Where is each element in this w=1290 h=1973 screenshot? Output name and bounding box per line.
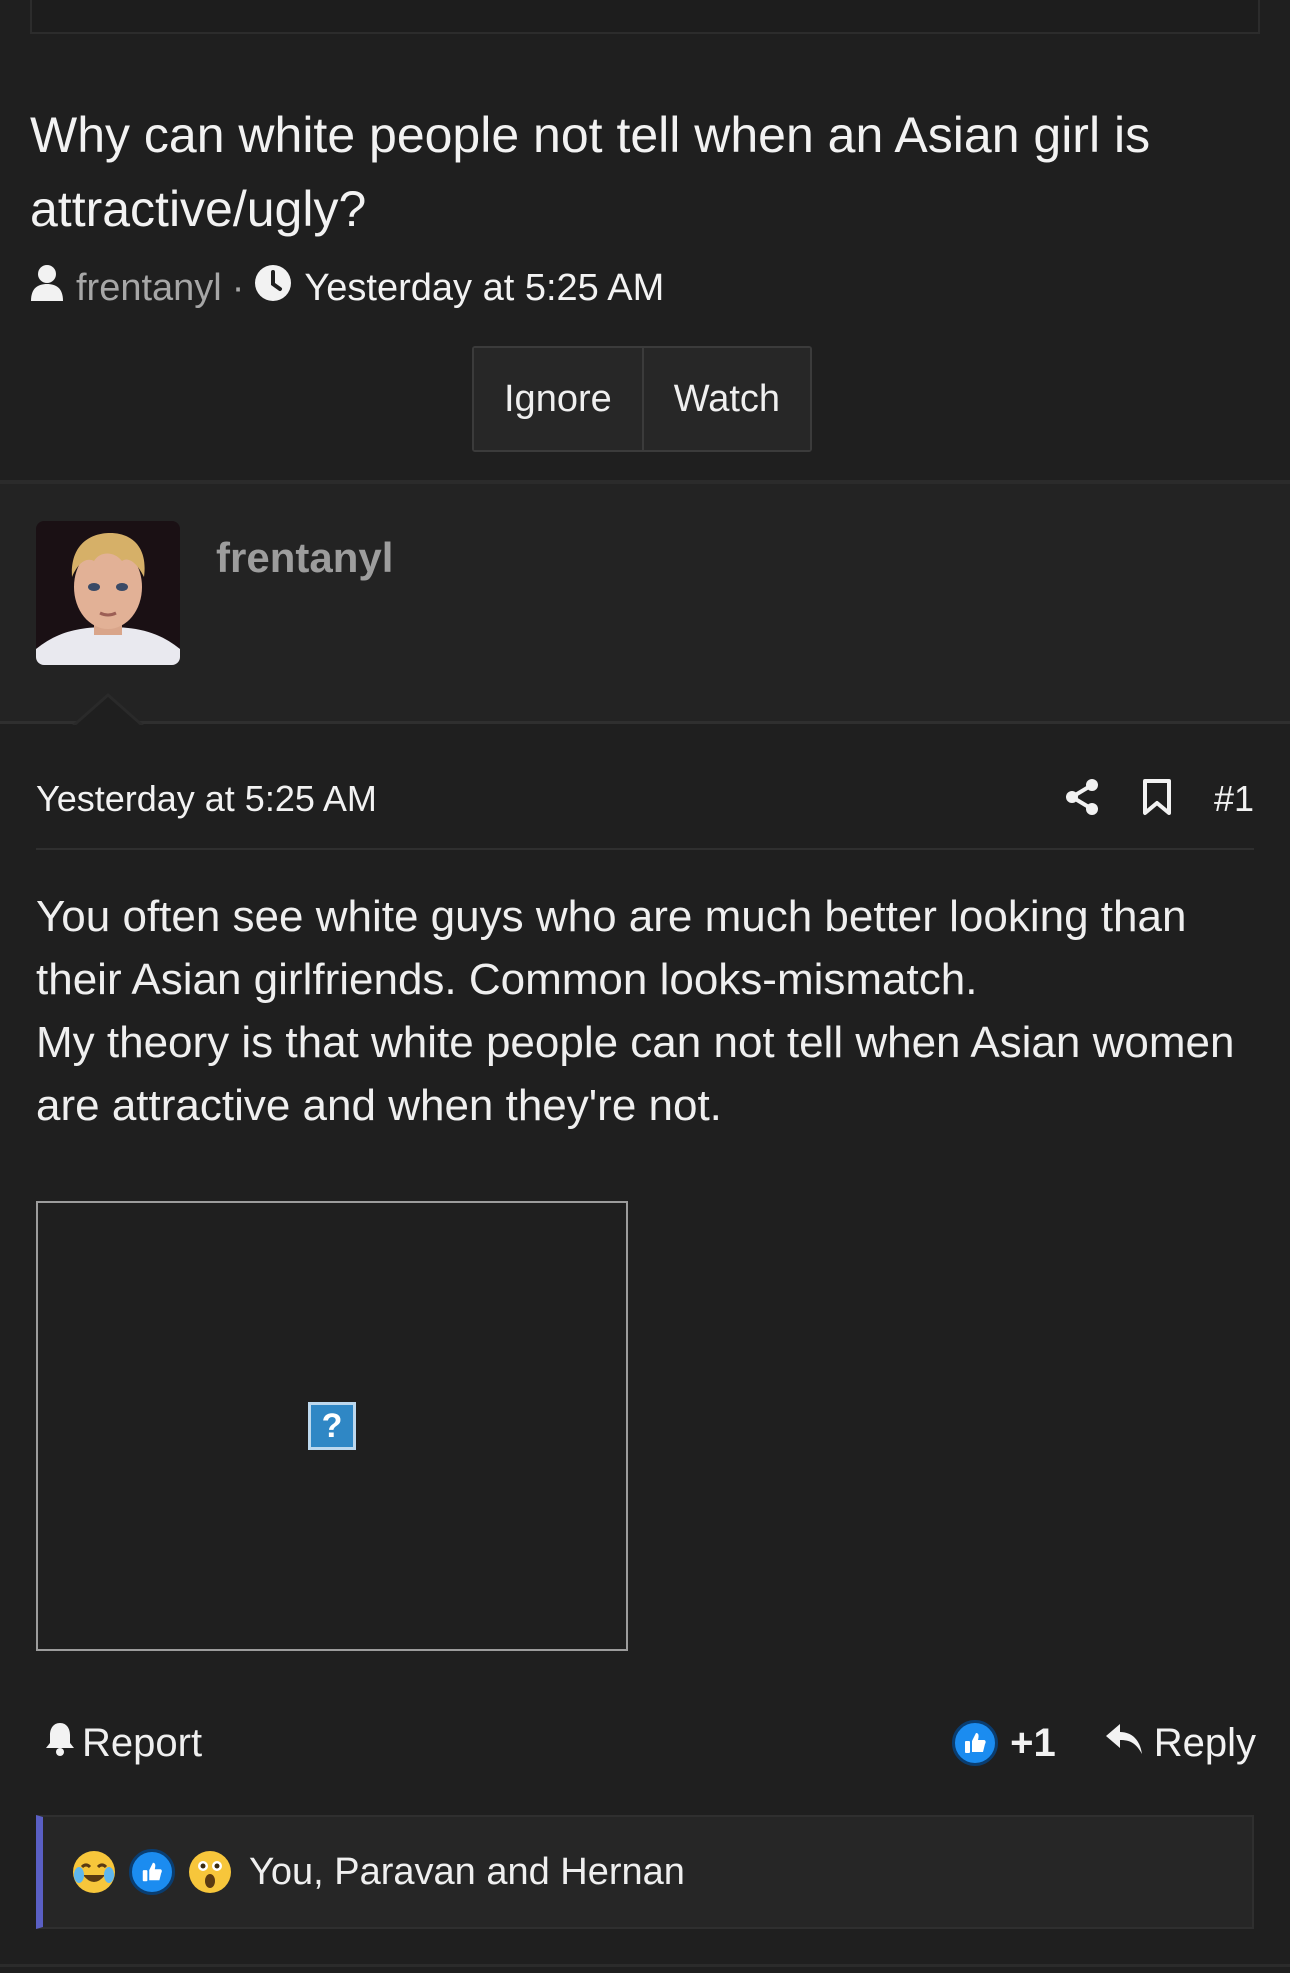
reply-button[interactable]: Reply xyxy=(1104,1721,1256,1766)
bell-icon xyxy=(44,1720,76,1766)
post-date[interactable]: Yesterday at 5:25 AM xyxy=(36,778,377,820)
post-header: Yesterday at 5:25 AM #1 xyxy=(36,750,1254,850)
share-icon[interactable] xyxy=(1064,778,1100,821)
user-pointer-arrow-inner xyxy=(74,697,142,727)
post-number-link[interactable]: #1 xyxy=(1214,778,1254,820)
report-label: Report xyxy=(82,1720,203,1765)
reply-label: Reply xyxy=(1153,1720,1256,1765)
thread-author-link[interactable]: frentanyl xyxy=(76,267,222,310)
thread-action-buttons: Ignore Watch xyxy=(472,346,813,452)
thread-title: Why can white people not tell when an As… xyxy=(30,107,1151,237)
post-user-section: frentanyl xyxy=(0,484,1290,724)
post-body: You often see white guys who are much be… xyxy=(36,885,1256,1137)
post-body-line: You often see white guys who are much be… xyxy=(36,892,1187,1004)
thumbs-up-icon xyxy=(952,1720,999,1766)
reactions-summary[interactable]: You, Paravan and Hernan xyxy=(36,1815,1254,1929)
clock-icon xyxy=(254,264,292,312)
report-button[interactable]: Report xyxy=(44,1720,202,1766)
post-bottom-divider xyxy=(0,1964,1290,1967)
like-count: +1 xyxy=(1010,1720,1056,1765)
avatar[interactable] xyxy=(36,521,180,665)
shocked-emoji-icon xyxy=(187,1849,233,1895)
reply-arrow-icon xyxy=(1104,1721,1144,1766)
laughing-crying-emoji-icon xyxy=(71,1849,117,1895)
user-icon xyxy=(30,264,64,312)
thread-time[interactable]: Yesterday at 5:25 AM xyxy=(304,267,664,310)
post-body-line: My theory is that white people can not t… xyxy=(36,1018,1235,1130)
post-username[interactable]: frentanyl xyxy=(216,534,393,582)
watch-button[interactable]: Watch xyxy=(641,348,811,450)
like-button[interactable]: +1 xyxy=(952,1720,1056,1766)
broken-image-icon: ? xyxy=(308,1402,356,1450)
ignore-button[interactable]: Ignore xyxy=(474,348,642,450)
reactions-users: You, Paravan and Hernan xyxy=(249,1850,685,1893)
thumbs-up-reaction-icon xyxy=(129,1849,175,1895)
meta-separator: · xyxy=(231,266,245,309)
thread-meta: frentanyl · Yesterday at 5:25 AM xyxy=(30,262,664,314)
post-footer: Report +1 Reply xyxy=(36,1708,1256,1778)
post-footer-actions: +1 Reply xyxy=(952,1720,1256,1766)
previous-block-edge xyxy=(30,0,1260,34)
bookmark-icon[interactable] xyxy=(1142,778,1172,821)
post-actions: #1 xyxy=(1064,778,1254,821)
broken-image-placeholder[interactable]: ? xyxy=(36,1201,628,1651)
